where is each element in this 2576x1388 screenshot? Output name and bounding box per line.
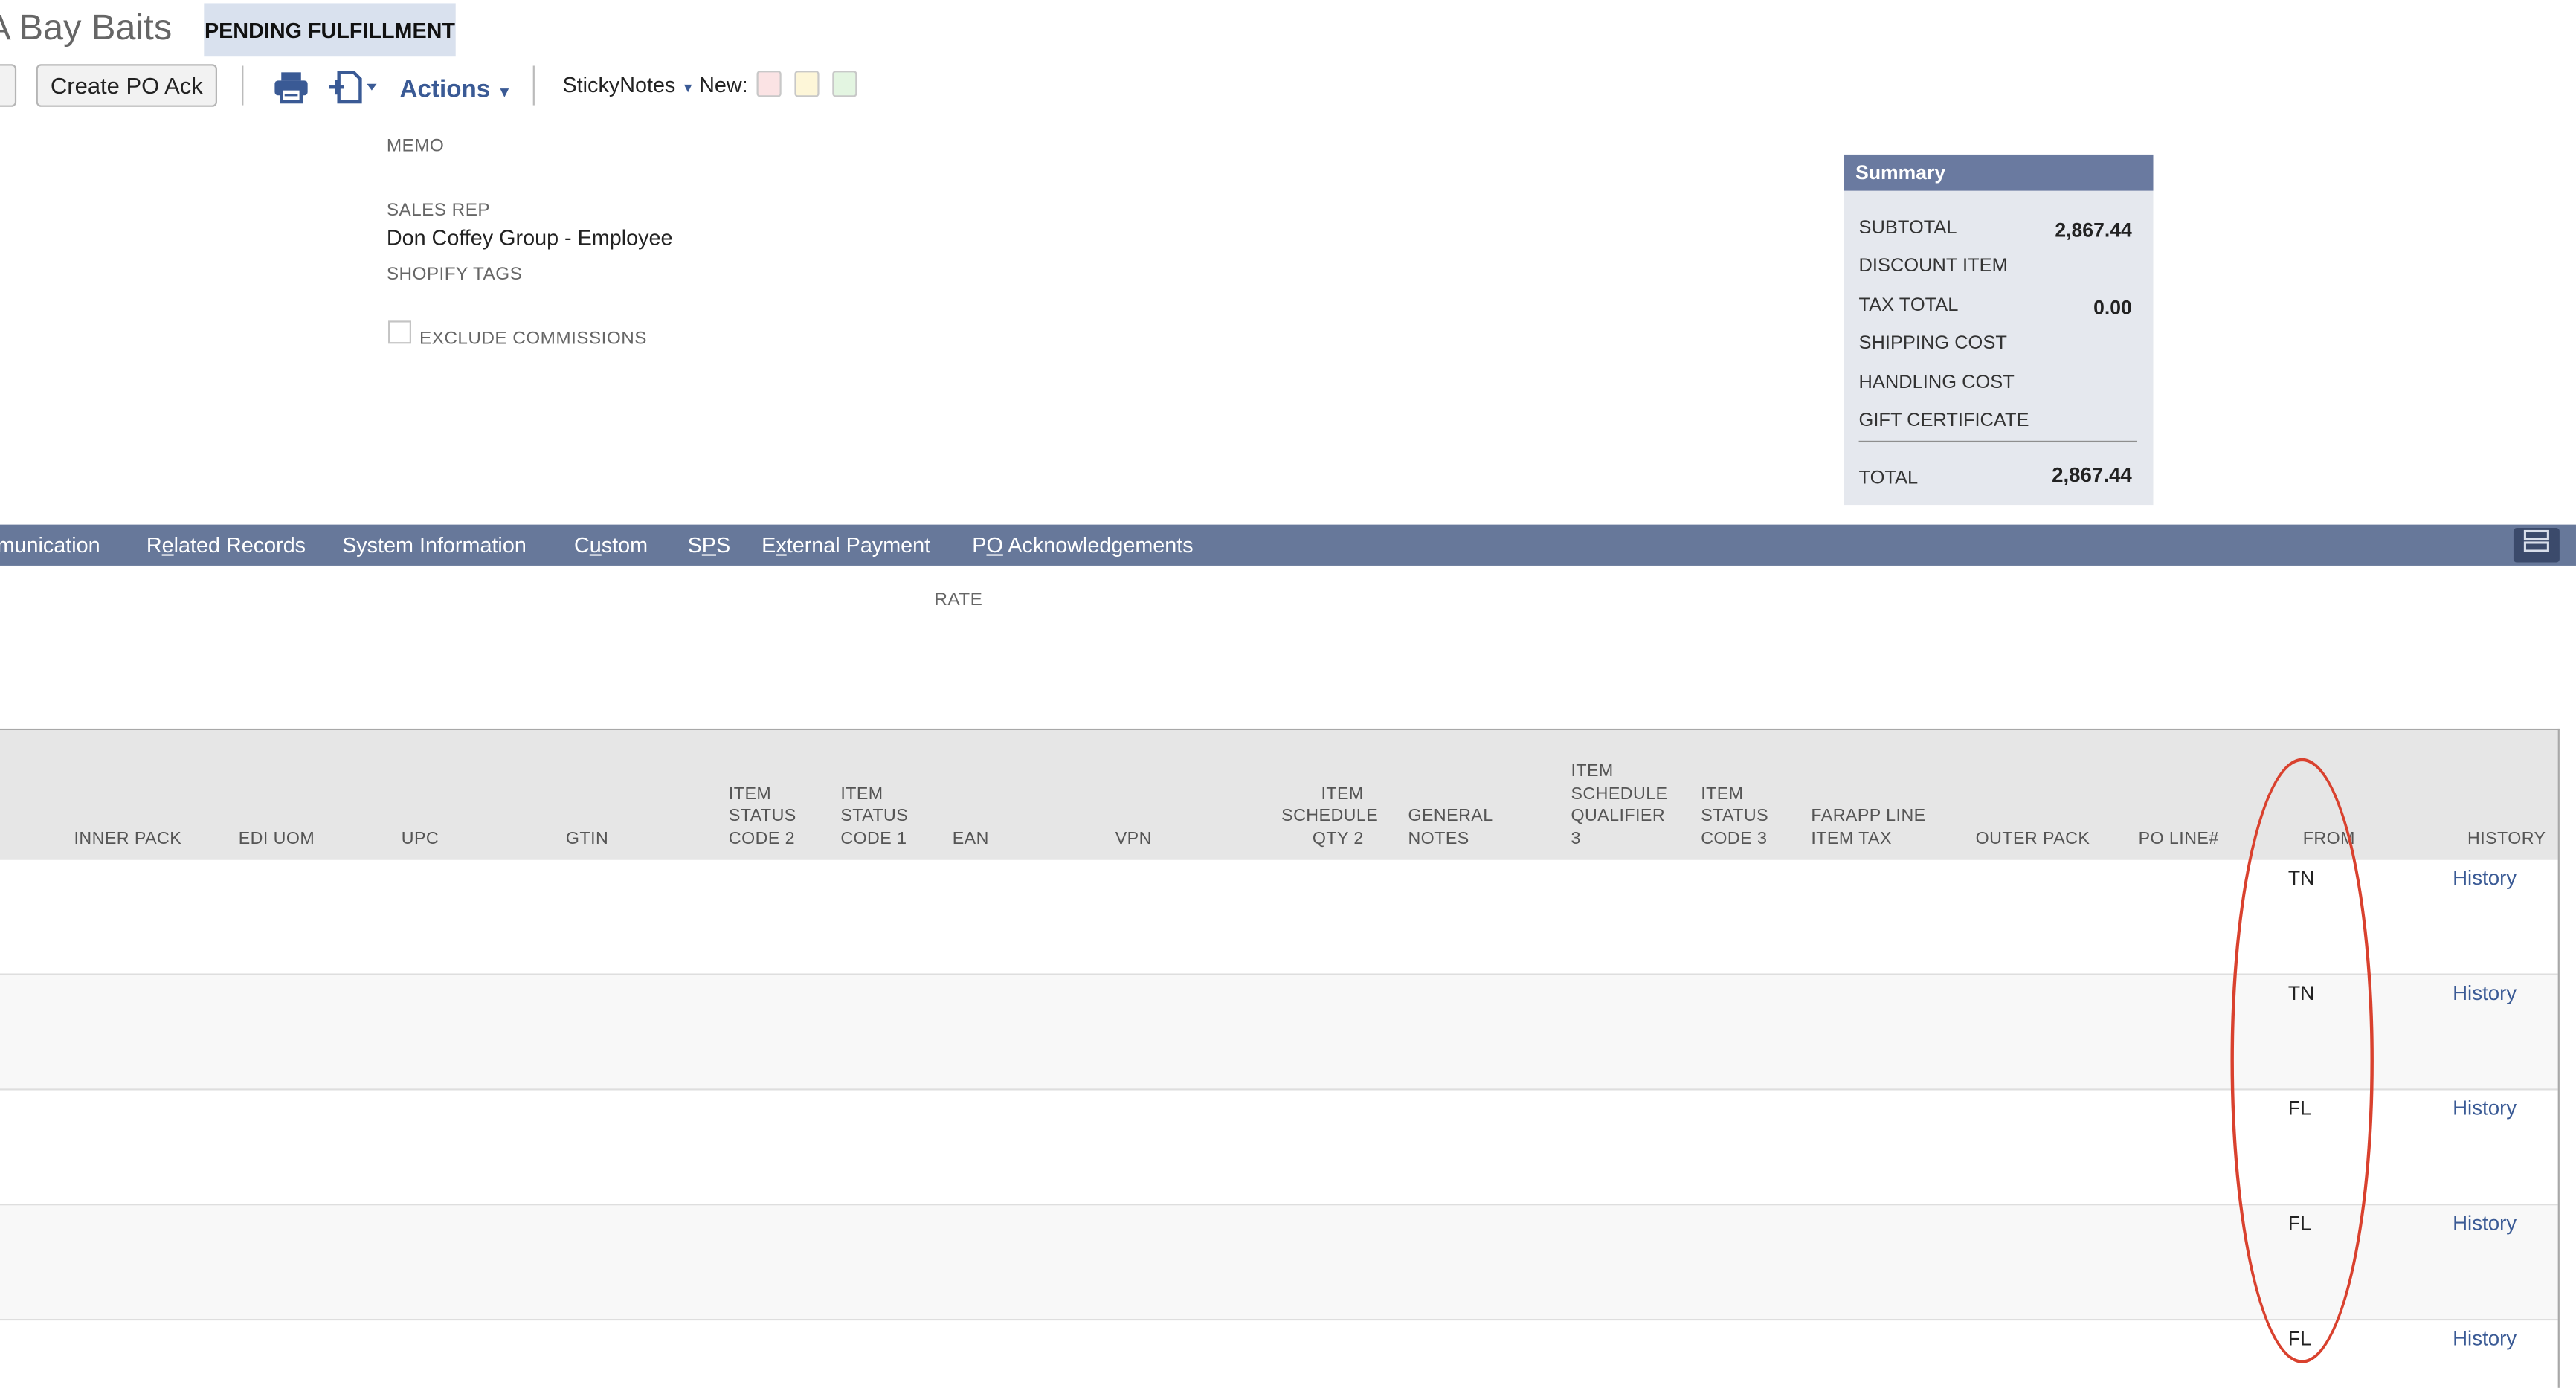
shipping-cost-label: SHIPPING COST — [1858, 334, 2007, 354]
toggle-layout-button[interactable] — [2513, 528, 2560, 563]
table-row[interactable]: FL History — [0, 1090, 2558, 1206]
subtotal-label: SUBTOTAL — [1858, 219, 1957, 239]
memo-label: MEMO — [386, 136, 445, 157]
col-vpn[interactable]: VPN — [1115, 828, 1152, 850]
history-link[interactable]: History — [2453, 867, 2517, 890]
record-title: A Bay Baits — [0, 6, 173, 48]
col-general-notes[interactable]: GENERAL NOTES — [1408, 806, 1493, 850]
sticky-notes-label: StickyNotes — [562, 72, 676, 97]
toolbar-divider — [242, 65, 244, 106]
table-row[interactable]: TN History — [0, 975, 2558, 1091]
total-label: TOTAL — [1858, 468, 1919, 488]
new-note-pink[interactable] — [756, 71, 782, 97]
partial-toolbar-button[interactable] — [0, 64, 17, 107]
tab-po-acknowledgements[interactable]: PO Acknowledgements — [972, 525, 1193, 566]
history-link[interactable]: History — [2453, 1212, 2517, 1235]
col-inner-pack[interactable]: INNER PACK — [74, 828, 182, 850]
col-edi-uom[interactable]: EDI UOM — [239, 828, 315, 850]
history-link[interactable]: History — [2453, 1097, 2517, 1120]
layout-rows-icon — [2523, 529, 2549, 561]
table-row[interactable]: TN History — [0, 859, 2558, 975]
red-circle-annotation — [2230, 758, 2374, 1363]
col-upc[interactable]: UPC — [402, 828, 439, 850]
chevron-down-icon: ▼ — [497, 83, 512, 100]
table-row[interactable]: FL History — [0, 1320, 2558, 1388]
sales-order-page: A Bay Baits PENDING FULFILLMENT Create P… — [0, 0, 2576, 1388]
handling-cost-label: HANDLING COST — [1858, 373, 2015, 393]
print-icon[interactable] — [273, 71, 309, 112]
grid-border — [2557, 728, 2560, 1388]
chevron-down-icon: ▼ — [681, 80, 695, 96]
tab-communication[interactable]: munication — [0, 525, 100, 566]
tab-sps[interactable]: SPS — [688, 525, 731, 566]
col-ean[interactable]: EAN — [953, 828, 989, 850]
toolbar-divider — [532, 65, 535, 106]
history-link[interactable]: History — [2453, 1327, 2517, 1350]
sales-rep-value: Don Coffey Group - Employee — [386, 225, 673, 251]
col-gtin[interactable]: GTIN — [566, 828, 608, 850]
new-document-icon[interactable] — [329, 71, 381, 112]
total-value: 2,867.44 — [2052, 463, 2132, 487]
new-note-green[interactable] — [832, 71, 857, 97]
tax-total-label: TAX TOTAL — [1858, 296, 1959, 316]
col-item-status-code-1[interactable]: ITEM STATUS CODE 1 — [840, 784, 908, 850]
actions-menu[interactable]: Actions ▼ — [400, 76, 512, 104]
col-item-status-code-2[interactable]: ITEM STATUS CODE 2 — [729, 784, 796, 850]
gift-certificate-label: GIFT CERTIFICATE — [1858, 411, 2029, 431]
tab-external-payment[interactable]: External Payment — [761, 525, 930, 566]
sticky-notes-menu[interactable]: StickyNotes ▼ — [563, 72, 695, 97]
col-item-schedule-qty-2[interactable]: ITEM SCHEDULE QTY 2 — [1281, 784, 1378, 850]
tab-system-information[interactable]: System Information — [342, 525, 527, 566]
new-note-label: New: — [699, 72, 748, 97]
new-note-yellow[interactable] — [794, 71, 820, 97]
rate-label: RATE — [934, 590, 983, 610]
exclude-commissions-checkbox[interactable] — [388, 320, 411, 344]
col-po-line[interactable]: PO LINE# — [2139, 828, 2219, 850]
tab-custom[interactable]: Custom — [574, 525, 648, 566]
exclude-commissions-label: EXCLUDE COMMISSIONS — [419, 329, 647, 349]
summary-divider — [1858, 440, 2137, 443]
table-row[interactable]: FL History — [0, 1205, 2558, 1321]
create-po-ack-button[interactable]: Create PO Ack — [36, 64, 217, 107]
items-grid-header: INNER PACK EDI UOM UPC GTIN ITEM STATUS CO… — [0, 730, 2558, 860]
actions-label: Actions — [399, 75, 491, 104]
summary-title: Summary — [1844, 154, 2154, 191]
col-history[interactable]: HISTORY — [2467, 828, 2546, 850]
subtab-bar: munication Related Records System Inform… — [0, 524, 2576, 566]
subtotal-value: 2,867.44 — [2055, 219, 2132, 242]
sales-rep-label: SALES REP — [386, 200, 491, 221]
shopify-tags-label: SHOPIFY TAGS — [386, 265, 523, 285]
discount-label: DISCOUNT ITEM — [1858, 256, 2008, 277]
status-badge: PENDING FULFILLMENT — [204, 3, 456, 57]
col-farapp-line-item-tax[interactable]: FARAPP LINE ITEM TAX — [1811, 806, 1925, 850]
tax-total-value: 0.00 — [2093, 296, 2132, 320]
col-outer-pack[interactable]: OUTER PACK — [1976, 828, 2090, 850]
col-item-status-code-3[interactable]: ITEM STATUS CODE 3 — [1701, 784, 1768, 850]
summary-panel: Summary SUBTOTAL 2,867.44 DISCOUNT ITEM … — [1844, 154, 2154, 506]
tab-related-records[interactable]: Related Records — [146, 525, 306, 566]
col-item-schedule-qualifier-3[interactable]: ITEM SCHEDULE QUALIFIER 3 — [1571, 761, 1667, 850]
history-link[interactable]: History — [2453, 982, 2517, 1005]
